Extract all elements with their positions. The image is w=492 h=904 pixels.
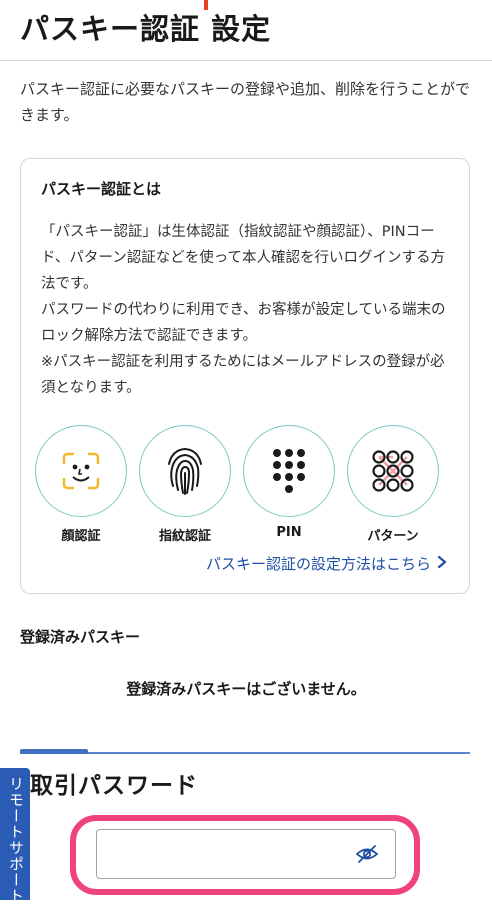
passkey-info-card: パスキー認証とは 「パスキー認証」は生体認証（指紋認証や顔認証）、PINコード、… — [20, 158, 470, 594]
remote-support-tab[interactable]: リモートサポート — [0, 768, 30, 904]
passkey-info-body: 「パスキー認証」は生体認証（指紋認証や顔認証）、PINコード、パターン認証などを… — [41, 219, 451, 401]
chevron-right-icon — [437, 555, 447, 573]
passkey-info-paragraph: パスワードの代わりに利用でき、お客様が設定している端末のロック解除方法で認証でき… — [41, 302, 446, 344]
registered-passkeys-heading: 登録済みパスキー — [20, 628, 141, 646]
auth-method-label: 顔認証 — [61, 529, 101, 544]
face-icon — [35, 425, 127, 517]
auth-method-fingerprint: 指紋認証 — [139, 425, 231, 544]
page-description: パスキー認証に必要なパスキーの登録や追加、削除を行うことができます。 — [20, 80, 471, 124]
eye-off-icon[interactable] — [355, 842, 379, 866]
passkey-info-paragraph: 「パスキー認証」は生体認証（指紋認証や顔認証）、PINコード、パターン認証などを… — [41, 224, 445, 292]
auth-method-pin: PIN — [243, 425, 335, 540]
auth-method-face: 顔認証 — [35, 425, 127, 544]
section-tab-indicator — [20, 749, 88, 754]
page-title: パスキー認証 設定 — [20, 12, 272, 46]
auth-method-pattern: パターン — [347, 425, 439, 544]
auth-method-label: 指紋認証 — [158, 529, 211, 544]
pin-keypad-icon — [243, 425, 335, 517]
transaction-password-heading: 取引パスワード — [30, 773, 198, 799]
title-divider — [0, 60, 492, 61]
pattern-grid-icon — [347, 425, 439, 517]
transaction-password-input[interactable] — [107, 838, 351, 870]
auth-method-label: パターン — [367, 529, 419, 544]
passkey-info-paragraph: ※パスキー認証を利用するためにはメールアドレスの登録が必須となります。 — [41, 354, 445, 396]
setup-guide-link[interactable]: パスキー認証の設定方法はこちら — [206, 553, 447, 574]
remote-support-label: リモートサポート — [7, 776, 25, 904]
fingerprint-icon — [139, 425, 231, 517]
transaction-password-field — [96, 829, 396, 879]
passkey-info-title: パスキー認証とは — [41, 180, 162, 198]
registered-passkeys-empty-message: 登録済みパスキーはございません。 — [126, 680, 366, 698]
auth-method-label: PIN — [276, 525, 302, 540]
setup-guide-link-label: パスキー認証の設定方法はこちら — [205, 555, 431, 573]
